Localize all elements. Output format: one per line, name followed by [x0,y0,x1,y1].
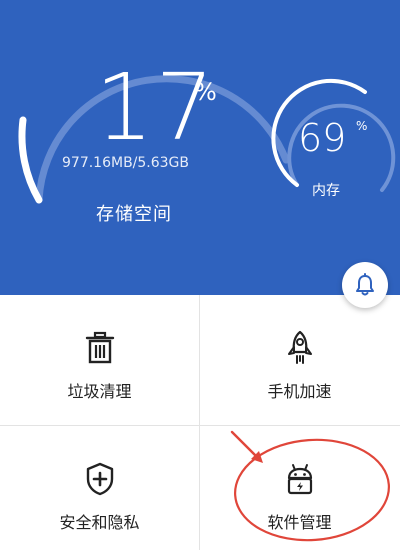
memory-title[interactable]: 内存 [312,180,340,200]
storage-ring-progress [18,116,43,204]
tile-security-privacy[interactable]: 安全和隐私 [0,426,199,550]
tile-app-manager[interactable]: 软件管理 [200,426,399,550]
memory-percent: 69 [298,116,347,160]
memory-percent-sign: % [356,119,368,133]
storage-detail: 977.16MB/5.63GB [62,155,190,171]
android-bag-icon [287,464,312,495]
feature-grid: 垃圾清理 手机加速 安全和隐私 软件管理 [0,295,400,550]
storage-percent: 17 [95,54,217,161]
dashboard-header: 17 % 977.16MB/5.63GB 存储空间 69 % 内存 [0,0,400,295]
tile-label: 软件管理 [267,513,332,532]
tile-label: 垃圾清理 [67,382,132,401]
tile-label: 安全和隐私 [59,513,140,532]
tile-phone-boost[interactable]: 手机加速 [200,295,399,425]
storage-title[interactable]: 存储空间 [96,200,172,226]
storage-percent-sign: % [194,78,217,106]
rocket-icon [287,330,312,364]
tile-junk-clean[interactable]: 垃圾清理 [0,295,199,425]
trash-icon [85,331,114,364]
notification-button[interactable] [342,262,388,308]
tile-label: 手机加速 [267,382,332,401]
bell-icon [356,273,374,296]
shield-icon [86,462,113,496]
